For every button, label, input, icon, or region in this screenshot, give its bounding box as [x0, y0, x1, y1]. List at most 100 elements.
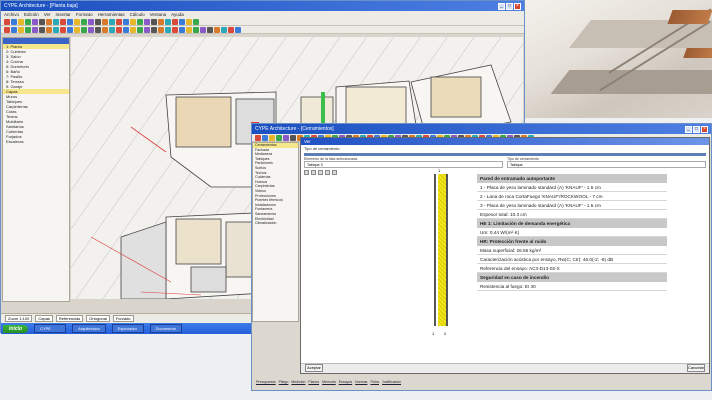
bottom-link[interactable]: Ensayos [339, 380, 352, 384]
taskbar-item[interactable]: Documento [149, 324, 183, 333]
toolbar-button-icon[interactable] [81, 18, 87, 25]
toolbar-button-icon[interactable] [81, 26, 87, 33]
toolbar-button-icon[interactable] [269, 134, 275, 141]
toolbar-button-icon[interactable] [102, 26, 108, 33]
bottom-link[interactable]: Normas [355, 380, 367, 384]
menu-insertar[interactable]: Insertar [56, 12, 71, 17]
toolbar-button-icon[interactable] [102, 18, 108, 25]
toolbar-button-icon[interactable] [39, 18, 45, 25]
toolbar-button-icon[interactable] [165, 26, 171, 33]
toolbar-button-icon[interactable] [193, 26, 199, 33]
status-forzado[interactable]: Forzado [112, 315, 134, 322]
menu-ventana[interactable]: Ventana [150, 12, 167, 17]
toolbar-button-icon[interactable] [262, 134, 268, 141]
toolbar-button-icon[interactable] [95, 26, 101, 33]
maximize-icon[interactable]: □ [506, 2, 513, 10]
edit-icon[interactable] [311, 170, 316, 175]
toolbar-button-icon[interactable] [4, 18, 10, 25]
status-zoom[interactable]: Zoom 1:100 [5, 315, 33, 322]
menu-formato[interactable]: Formato [76, 12, 93, 17]
toolbar-button-icon[interactable] [46, 18, 52, 25]
bottom-link[interactable]: Memoria [322, 380, 336, 384]
status-ortogonal[interactable]: Ortogonal [86, 315, 110, 322]
close-icon[interactable]: × [701, 125, 708, 133]
toolbar-button-icon[interactable] [186, 26, 192, 33]
cancel-button[interactable]: Cancelar [687, 364, 705, 372]
bottom-link[interactable]: Presupuesto [256, 380, 276, 384]
toolbar-button-icon[interactable] [25, 18, 31, 25]
toolbar-button-icon[interactable] [18, 18, 24, 25]
toolbar-button-icon[interactable] [88, 26, 94, 33]
toolbar-button-icon[interactable] [158, 26, 164, 33]
start-button[interactable]: inicio [3, 324, 29, 333]
toolbar-button-icon[interactable] [137, 18, 143, 25]
toolbar-button-icon[interactable] [151, 26, 157, 33]
info-icon[interactable] [332, 170, 337, 175]
toolbar-button-icon[interactable] [144, 26, 150, 33]
status-referencias[interactable]: Referencias [55, 315, 84, 322]
menu-ver[interactable]: Ver [44, 12, 51, 17]
toolbar-button-icon[interactable] [18, 26, 24, 33]
taskbar-item[interactable]: CYPE [34, 324, 67, 333]
toolbar-button-icon[interactable] [151, 18, 157, 25]
sidebar-item[interactable]: Climatización [253, 221, 298, 226]
toolbar-button-icon[interactable] [32, 26, 38, 33]
toolbar-button-icon[interactable] [109, 18, 115, 25]
toolbar-button-icon[interactable] [290, 134, 296, 141]
toolbar-button-icon[interactable] [137, 26, 143, 33]
toolbar-button-icon[interactable] [228, 26, 234, 33]
toolbar-button-icon[interactable] [67, 26, 73, 33]
taskbar-item[interactable]: Explorador [111, 324, 144, 333]
toolbar-button-icon[interactable] [255, 134, 261, 141]
copy-icon[interactable] [318, 170, 323, 175]
toolbar-button-icon[interactable] [221, 26, 227, 33]
wall-type-field[interactable]: Tabique [507, 161, 706, 168]
bottom-link[interactable]: Medición [291, 380, 305, 384]
toolbar-button-icon[interactable] [46, 26, 52, 33]
toolbar-button-icon[interactable] [165, 18, 171, 25]
toolbar-button-icon[interactable] [39, 26, 45, 33]
taskbar-item[interactable]: Arquitectura [72, 324, 106, 333]
close-icon[interactable]: × [514, 2, 521, 10]
menu-edicion[interactable]: Edición [24, 12, 39, 17]
toolbar-button-icon[interactable] [109, 26, 115, 33]
toolbar-button-icon[interactable] [200, 26, 206, 33]
toolbar-button-icon[interactable] [130, 26, 136, 33]
new-icon[interactable] [304, 170, 309, 175]
menu-archivo[interactable]: Archivo [4, 12, 19, 17]
toolbar-button-icon[interactable] [172, 26, 178, 33]
status-capas[interactable]: Capas [35, 315, 53, 322]
toolbar-button-icon[interactable] [4, 26, 10, 33]
toolbar-button-icon[interactable] [25, 26, 31, 33]
maximize-icon[interactable]: □ [693, 125, 700, 133]
element-list-field[interactable]: Tabique 3 [304, 161, 503, 168]
toolbar-button-icon[interactable] [60, 26, 66, 33]
toolbar-button-icon[interactable] [123, 18, 129, 25]
toolbar-button-icon[interactable] [235, 26, 241, 33]
toolbar-button-icon[interactable] [144, 18, 150, 25]
minimize-icon[interactable]: _ [498, 2, 505, 10]
toolbar-button-icon[interactable] [74, 18, 80, 25]
toolbar-button-icon[interactable] [116, 18, 122, 25]
toolbar-button-icon[interactable] [53, 18, 59, 25]
accept-button[interactable]: Aceptar [305, 364, 323, 372]
toolbar-button-icon[interactable] [283, 134, 289, 141]
toolbar-button-icon[interactable] [32, 18, 38, 25]
toolbar-button-icon[interactable] [186, 18, 192, 25]
toolbar-button-icon[interactable] [60, 18, 66, 25]
toolbar-button-icon[interactable] [179, 26, 185, 33]
toolbar-button-icon[interactable] [179, 18, 185, 25]
toolbar-button-icon[interactable] [11, 26, 17, 33]
toolbar-button-icon[interactable] [53, 26, 59, 33]
toolbar-button-icon[interactable] [172, 18, 178, 25]
bottom-link[interactable]: Pliego [279, 380, 289, 384]
toolbar-button-icon[interactable] [123, 26, 129, 33]
toolbar-button-icon[interactable] [67, 18, 73, 25]
menu-herramientas[interactable]: Herramientas [98, 12, 125, 17]
bottom-link[interactable]: Justificación [382, 380, 401, 384]
delete-icon[interactable] [325, 170, 330, 175]
bottom-link[interactable]: Planos [308, 380, 319, 384]
toolbar-button-icon[interactable] [74, 26, 80, 33]
toolbar-button-icon[interactable] [95, 18, 101, 25]
toolbar-button-icon[interactable] [207, 26, 213, 33]
